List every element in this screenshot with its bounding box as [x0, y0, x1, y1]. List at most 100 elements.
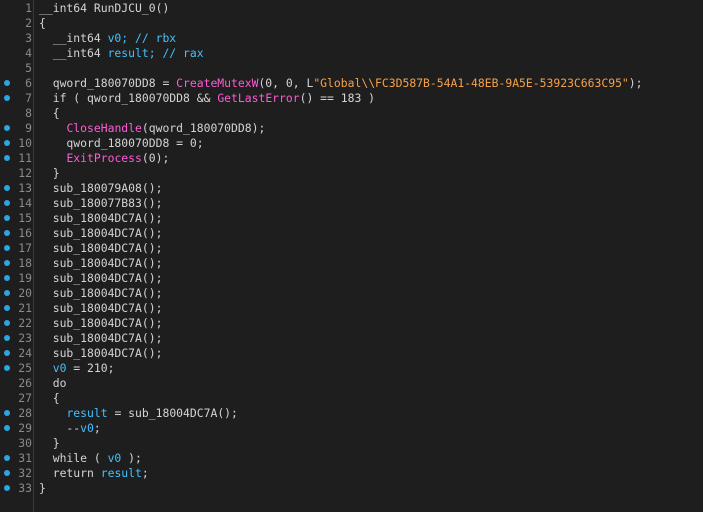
code-token: return	[39, 466, 101, 480]
code-token: ExitProcess	[66, 151, 142, 165]
code-text: {	[39, 106, 60, 121]
line-number: 5	[25, 61, 32, 75]
code-token: sub_180077B83();	[39, 196, 163, 210]
code-line[interactable]: 24 sub_18004DC7A();	[0, 346, 703, 361]
code-token: GetLastError	[217, 91, 300, 105]
line-number: 23	[18, 331, 32, 345]
code-text: while ( v0 );	[39, 451, 142, 466]
code-line[interactable]: 1 __int64 RunDJCU_0()	[0, 1, 703, 16]
code-token: );	[628, 76, 643, 90]
line-number: 17	[18, 241, 32, 255]
code-line[interactable]: 18 sub_18004DC7A();	[0, 256, 703, 271]
code-text: sub_18004DC7A();	[39, 211, 163, 226]
line-number: 15	[18, 211, 32, 225]
code-text: CloseHandle(qword_180070DD8);	[39, 121, 265, 136]
code-line[interactable]: 8 {	[0, 106, 703, 121]
code-text: v0 = 210;	[39, 361, 115, 376]
line-number: 7	[25, 91, 32, 105]
code-line[interactable]: 27 {	[0, 391, 703, 406]
code-line[interactable]: 2{	[0, 16, 703, 31]
code-line[interactable]: 9 CloseHandle(qword_180070DD8);	[0, 121, 703, 136]
code-text: }	[39, 436, 60, 451]
line-number: 22	[18, 316, 32, 330]
code-token: if ( qword_180070DD8 &&	[39, 91, 218, 105]
code-token: }	[39, 436, 60, 450]
code-line[interactable]: 10 qword_180070DD8 = 0;	[0, 136, 703, 151]
code-token: __int64	[39, 46, 108, 60]
code-token: () == 183 )	[299, 91, 376, 105]
line-number: 10	[18, 136, 32, 150]
code-token: __int64 RunDJCU_0()	[39, 1, 170, 15]
code-token: {	[39, 16, 46, 30]
code-text: return result;	[39, 466, 149, 481]
code-token: sub_18004DC7A();	[39, 226, 163, 240]
code-line[interactable]: 17 sub_18004DC7A();	[0, 241, 703, 256]
line-number: 16	[18, 226, 32, 240]
code-text: sub_18004DC7A();	[39, 241, 163, 256]
code-line[interactable]: 30 }	[0, 436, 703, 451]
code-line[interactable]: 5	[0, 61, 703, 76]
code-line[interactable]: 31 while ( v0 );	[0, 451, 703, 466]
code-line[interactable]: 23 sub_18004DC7A();	[0, 331, 703, 346]
code-token: "Global\\FC3D587B-54A1-48EB-9A5E-53923C6…	[313, 76, 629, 90]
code-token: sub_18004DC7A();	[39, 316, 163, 330]
code-line[interactable]: 7 if ( qword_180070DD8 && GetLastError()…	[0, 91, 703, 106]
code-line[interactable]: 28 result = sub_18004DC7A();	[0, 406, 703, 421]
code-line[interactable]: 33}	[0, 481, 703, 496]
line-number: 13	[18, 181, 32, 195]
line-number: 12	[18, 166, 32, 180]
code-text: {	[39, 16, 46, 31]
code-line[interactable]: 21 sub_18004DC7A();	[0, 301, 703, 316]
code-line[interactable]: 19 sub_18004DC7A();	[0, 271, 703, 286]
code-token: ; // rax	[148, 46, 204, 60]
code-line[interactable]: 26 do	[0, 376, 703, 391]
code-text: sub_18004DC7A();	[39, 316, 163, 331]
code-token: __int64	[39, 31, 108, 45]
code-token: ;	[141, 466, 149, 480]
code-line[interactable]: 20 sub_18004DC7A();	[0, 286, 703, 301]
code-line[interactable]: 25 v0 = 210;	[0, 361, 703, 376]
code-line[interactable]: 6 qword_180070DD8 = CreateMutexW(0, 0, L…	[0, 76, 703, 91]
code-token: CloseHandle	[66, 121, 142, 135]
line-number: 24	[18, 346, 32, 360]
code-line[interactable]: 14 sub_180077B83();	[0, 196, 703, 211]
line-number: 32	[18, 466, 32, 480]
code-text: --v0;	[39, 421, 100, 436]
code-token: sub_18004DC7A();	[39, 241, 163, 255]
code-line[interactable]: 3 __int64 v0; // rbx	[0, 31, 703, 46]
code-line[interactable]: 29 --v0;	[0, 421, 703, 436]
code-token: {	[39, 106, 60, 120]
code-line[interactable]: 4 __int64 result; // rax	[0, 46, 703, 61]
code-token: );	[121, 451, 142, 465]
line-number: 19	[18, 271, 32, 285]
code-lines: 1 __int64 RunDJCU_0() 2{3 __int64 v0; // r…	[0, 1, 703, 496]
code-text: do	[39, 376, 67, 391]
line-number: 31	[18, 451, 32, 465]
line-number: 9	[25, 121, 32, 135]
code-line[interactable]: 11 ExitProcess(0);	[0, 151, 703, 166]
code-line[interactable]: 12 }	[0, 166, 703, 181]
line-number: 3	[25, 31, 32, 45]
code-line[interactable]: 13 sub_180079A08();	[0, 181, 703, 196]
line-number: 2	[25, 16, 32, 30]
code-token: = sub_18004DC7A();	[107, 406, 238, 420]
line-number: 30	[18, 436, 32, 450]
code-token: while (	[39, 451, 108, 465]
line-number: 33	[18, 481, 32, 495]
code-token: sub_180079A08();	[39, 181, 163, 195]
line-number: 21	[18, 301, 32, 315]
code-line[interactable]: 15 sub_18004DC7A();	[0, 211, 703, 226]
code-text: __int64 v0; // rbx	[39, 31, 176, 46]
code-line[interactable]: 22 sub_18004DC7A();	[0, 316, 703, 331]
code-text: qword_180070DD8 = CreateMutexW(0, 0, L"G…	[39, 76, 643, 91]
pseudocode-view[interactable]: 1 __int64 RunDJCU_0() 2{3 __int64 v0; // r…	[0, 0, 703, 512]
code-line[interactable]: 32 return result;	[0, 466, 703, 481]
code-line[interactable]: 16 sub_18004DC7A();	[0, 226, 703, 241]
code-text: if ( qword_180070DD8 && GetLastError() =…	[39, 91, 375, 106]
code-token: sub_18004DC7A();	[39, 286, 163, 300]
code-token: }	[39, 481, 46, 495]
line-number: 25	[18, 361, 32, 375]
